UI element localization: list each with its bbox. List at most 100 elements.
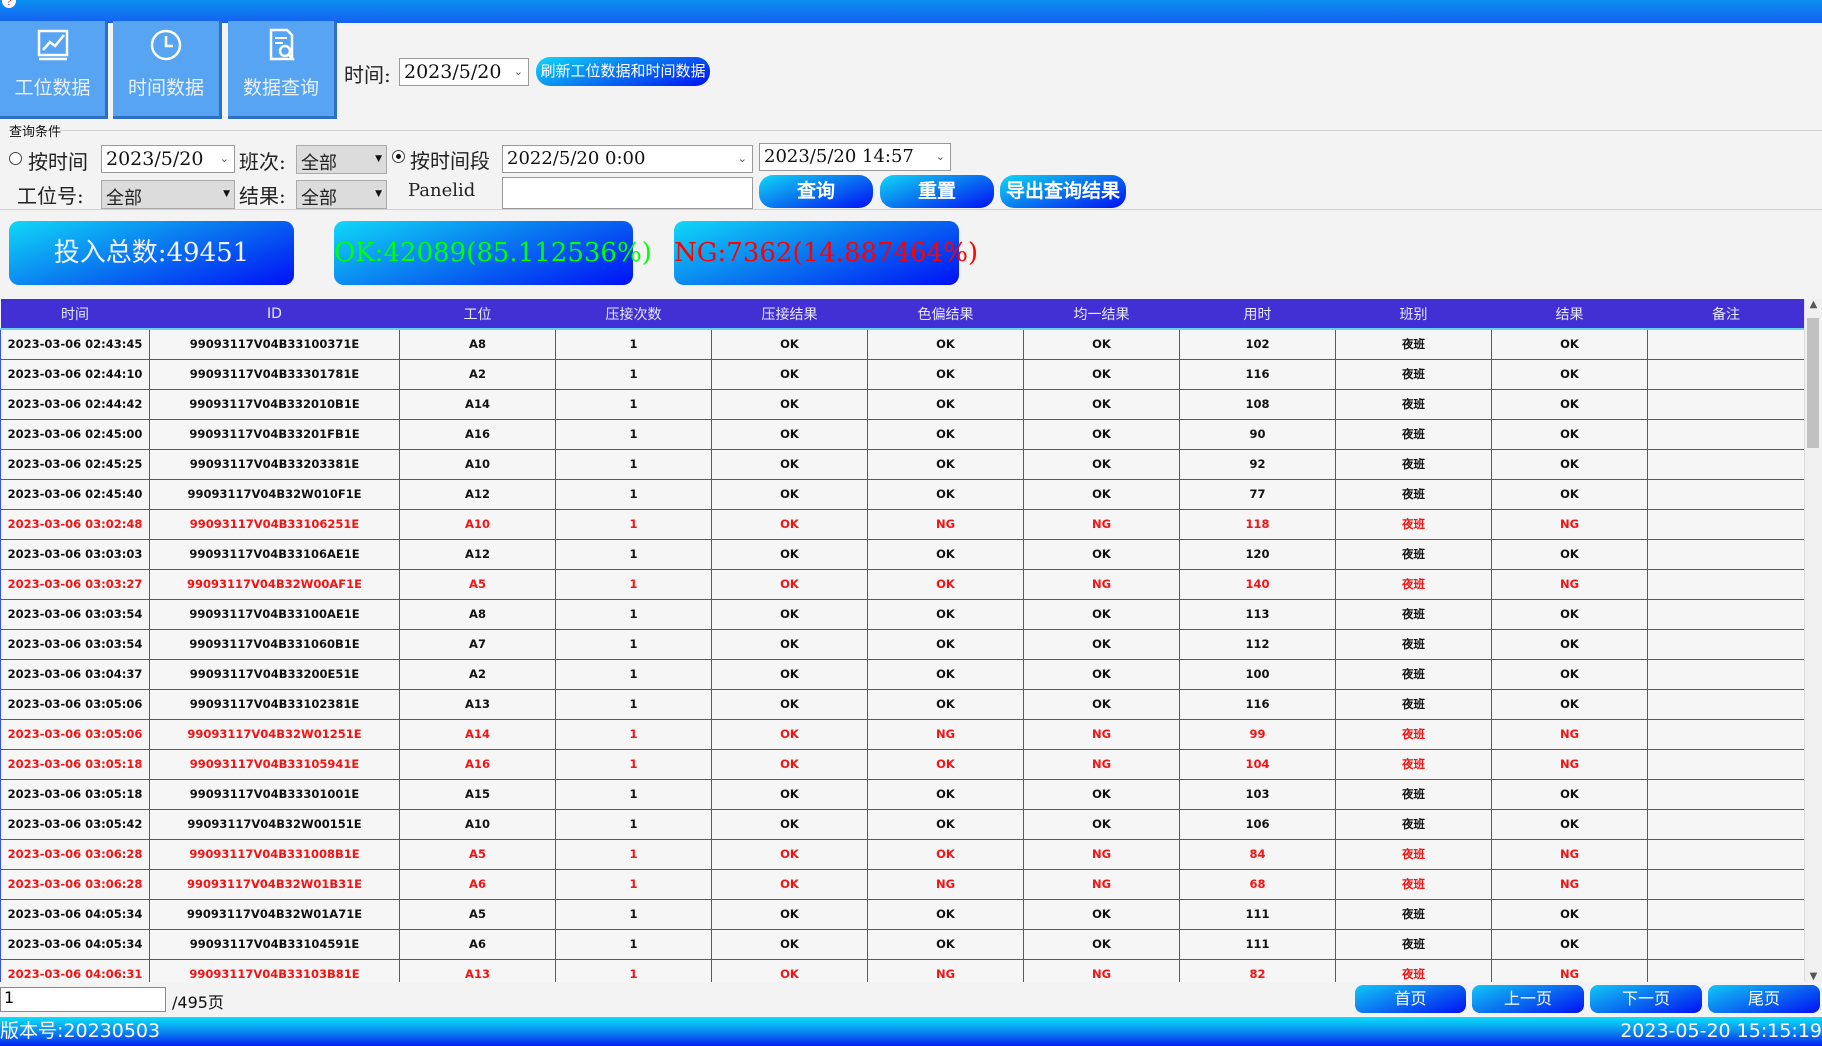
table-row[interactable]: 2023-03-06 03:02:48 99093117V04B33106251E… xyxy=(0,509,1804,540)
prev-page-button[interactable]: 上一页 xyxy=(1472,985,1584,1013)
time-label: 时间: xyxy=(344,63,391,87)
time-date-picker[interactable]: 2023/5/20 ⌄ xyxy=(399,58,529,86)
range-start-picker[interactable]: 2022/5/20 0:00 ⌄ xyxy=(502,145,753,173)
table-cell: OK xyxy=(1491,539,1648,570)
table-cell: OK xyxy=(1023,629,1180,660)
table-cell: OK xyxy=(711,719,868,750)
table-cell: OK xyxy=(711,389,868,420)
column-header[interactable]: 时间 xyxy=(0,299,150,330)
table-cell: 2023-03-06 02:44:42 xyxy=(0,389,150,420)
table-cell: 1 xyxy=(555,479,712,510)
table-row[interactable]: 2023-03-06 02:45:25 99093117V04B33203381E… xyxy=(0,449,1804,480)
by-time-value: 2023/5/20 xyxy=(106,148,204,170)
table-cell: 夜班 xyxy=(1335,749,1492,780)
table-cell: 82 xyxy=(1179,959,1336,982)
first-page-button[interactable]: 首页 xyxy=(1355,985,1466,1013)
column-header[interactable]: 压接次数 xyxy=(555,299,712,330)
column-header[interactable]: 压接结果 xyxy=(711,299,868,330)
page-number-input[interactable]: 1 xyxy=(0,987,166,1012)
table-cell: 112 xyxy=(1179,629,1336,660)
table-cell: NG xyxy=(1023,839,1180,870)
reset-button[interactable]: 重置 xyxy=(880,175,994,208)
scrollbar-thumb[interactable] xyxy=(1807,318,1819,448)
nav-label: 数据查询 xyxy=(242,77,319,99)
scroll-up-icon[interactable]: ▲ xyxy=(1805,299,1822,310)
table-cell: 2023-03-06 03:03:27 xyxy=(0,569,150,600)
table-cell xyxy=(1647,449,1804,480)
table-row[interactable]: 2023-03-06 03:05:18 99093117V04B33105941E… xyxy=(0,749,1804,780)
nav-data-query-button[interactable]: 数据查询 xyxy=(228,21,337,119)
table-row[interactable]: 2023-03-06 02:45:00 99093117V04B33201FB1E… xyxy=(0,419,1804,450)
table-row[interactable]: 2023-03-06 03:06:28 99093117V04B32W01B31E… xyxy=(0,869,1804,900)
refresh-data-button[interactable]: 刷新工位数据和时间数据 xyxy=(536,57,710,86)
table-cell: 77 xyxy=(1179,479,1336,510)
column-header[interactable]: 均一结果 xyxy=(1023,299,1180,330)
table-cell: OK xyxy=(711,449,868,480)
column-header[interactable]: 色偏结果 xyxy=(867,299,1024,330)
title-bar xyxy=(0,0,1822,23)
table-row[interactable]: 2023-03-06 04:06:31 99093117V04B33103B81E… xyxy=(0,959,1804,982)
by-range-radio[interactable] xyxy=(392,150,405,163)
export-button[interactable]: 导出查询结果 xyxy=(1000,175,1126,208)
column-header[interactable]: 用时 xyxy=(1179,299,1336,330)
table-cell: NG xyxy=(1491,509,1648,540)
result-select[interactable]: 全部 ▼ xyxy=(296,180,387,209)
table-row[interactable]: 2023-03-06 04:05:34 99093117V04B32W01A71E… xyxy=(0,899,1804,930)
next-page-button[interactable]: 下一页 xyxy=(1590,985,1702,1013)
table-cell: NG xyxy=(1491,959,1648,982)
scroll-down-icon[interactable]: ▼ xyxy=(1805,971,1822,982)
by-time-radio[interactable] xyxy=(9,152,22,165)
table-cell xyxy=(1647,419,1804,450)
table-cell: 92 xyxy=(1179,449,1336,480)
table-row[interactable]: 2023-03-06 03:03:54 99093117V04B33100AE1E… xyxy=(0,599,1804,630)
column-header[interactable]: 工位 xyxy=(399,299,556,330)
table-row[interactable]: 2023-03-06 03:03:54 99093117V04B331060B1E… xyxy=(0,629,1804,660)
results-table: 时间 ID 工位 压接次数 压接结果 色偏结果 均一结果 用时 班别 结果 备注 2023-03-0… xyxy=(0,299,1804,982)
table-cell: 夜班 xyxy=(1335,329,1492,360)
table-cell: 103 xyxy=(1179,779,1336,810)
table-row[interactable]: 2023-03-06 03:05:18 99093117V04B33301001E… xyxy=(0,779,1804,810)
table-row[interactable]: 2023-03-06 02:45:40 99093117V04B32W010F1E… xyxy=(0,479,1804,510)
table-cell: 99093117V04B33105941E xyxy=(149,749,400,780)
table-cell: 99093117V04B32W00AF1E xyxy=(149,569,400,600)
total-count-badge: 投入总数:49451 xyxy=(9,221,294,285)
table-row[interactable]: 2023-03-06 03:05:06 99093117V04B33102381E… xyxy=(0,689,1804,720)
table-cell xyxy=(1647,539,1804,570)
table-cell: 2023-03-06 04:05:34 xyxy=(0,899,150,930)
by-time-date-picker[interactable]: 2023/5/20 ⌄ xyxy=(101,145,235,173)
table-cell: 1 xyxy=(555,419,712,450)
table-cell: OK xyxy=(867,929,1024,960)
table-cell: A10 xyxy=(399,449,556,480)
table-row[interactable]: 2023-03-06 04:05:34 99093117V04B33104591E… xyxy=(0,929,1804,960)
table-cell: 84 xyxy=(1179,839,1336,870)
table-row[interactable]: 2023-03-06 02:44:10 99093117V04B33301781E… xyxy=(0,359,1804,390)
nav-time-data-button[interactable]: 时间数据 xyxy=(113,21,222,119)
station-select[interactable]: 全部 ▼ xyxy=(101,180,235,209)
table-row[interactable]: 2023-03-06 03:05:06 99093117V04B32W01251E… xyxy=(0,719,1804,750)
column-header[interactable]: 备注 xyxy=(1647,299,1804,330)
panelid-input[interactable] xyxy=(502,177,753,209)
table-row[interactable]: 2023-03-06 03:06:28 99093117V04B331008B1E… xyxy=(0,839,1804,870)
table-row[interactable]: 2023-03-06 03:04:37 99093117V04B33200E51E… xyxy=(0,659,1804,690)
search-button[interactable]: 查询 xyxy=(759,175,873,208)
table-row[interactable]: 2023-03-06 02:44:42 99093117V04B332010B1E… xyxy=(0,389,1804,420)
column-header[interactable]: 结果 xyxy=(1491,299,1648,330)
table-row[interactable]: 2023-03-06 03:03:03 99093117V04B33106AE1E… xyxy=(0,539,1804,570)
table-cell: OK xyxy=(867,449,1024,480)
table-row[interactable]: 2023-03-06 03:05:42 99093117V04B32W00151E… xyxy=(0,809,1804,840)
table-cell: 1 xyxy=(555,659,712,690)
table-cell: 99093117V04B33200E51E xyxy=(149,659,400,690)
table-cell: OK xyxy=(711,329,868,360)
table-cell: 2023-03-06 02:44:10 xyxy=(0,359,150,390)
table-row[interactable]: 2023-03-06 02:43:45 99093117V04B33100371E… xyxy=(0,329,1804,360)
column-header[interactable]: ID xyxy=(149,299,400,330)
shift-select[interactable]: 全部 ▼ xyxy=(296,145,387,174)
table-cell xyxy=(1647,359,1804,390)
table-cell xyxy=(1647,659,1804,690)
nav-station-data-button[interactable]: 工位数据 xyxy=(0,21,108,119)
table-row[interactable]: 2023-03-06 03:03:27 99093117V04B32W00AF1E… xyxy=(0,569,1804,600)
column-header[interactable]: 班别 xyxy=(1335,299,1492,330)
table-cell: NG xyxy=(1023,509,1180,540)
range-end-picker[interactable]: 2023/5/20 14:57 ⌄ xyxy=(759,143,951,171)
last-page-button[interactable]: 尾页 xyxy=(1708,985,1820,1013)
